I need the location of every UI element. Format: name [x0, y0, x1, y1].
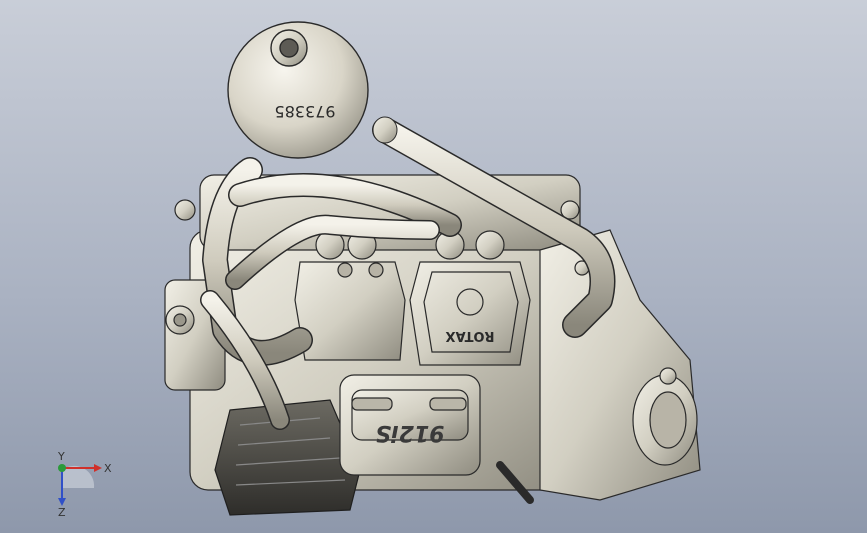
x-axis-label: X — [104, 462, 112, 475]
coolant-reservoir — [227, 21, 369, 159]
coordinate-triad[interactable]: X Y Z — [44, 448, 114, 518]
valve-cover-logo: ROTAX — [445, 328, 494, 343]
y-axis-label: Y — [57, 450, 65, 463]
x-axis-head — [94, 464, 102, 472]
z-axis-head — [58, 498, 66, 506]
valve-cover — [409, 261, 531, 366]
intake-manifold-label: 912iS — [375, 420, 444, 445]
reservoir-part-number: 973385 — [274, 102, 335, 121]
engine-model[interactable]: ROTAX 912iS 973385 — [0, 0, 867, 533]
y-axis-dot — [58, 464, 66, 472]
triad-background — [62, 465, 95, 488]
cad-viewport[interactable]: ROTAX 912iS 973385 X Y Z — [0, 0, 867, 533]
z-axis-label: Z — [58, 506, 66, 518]
